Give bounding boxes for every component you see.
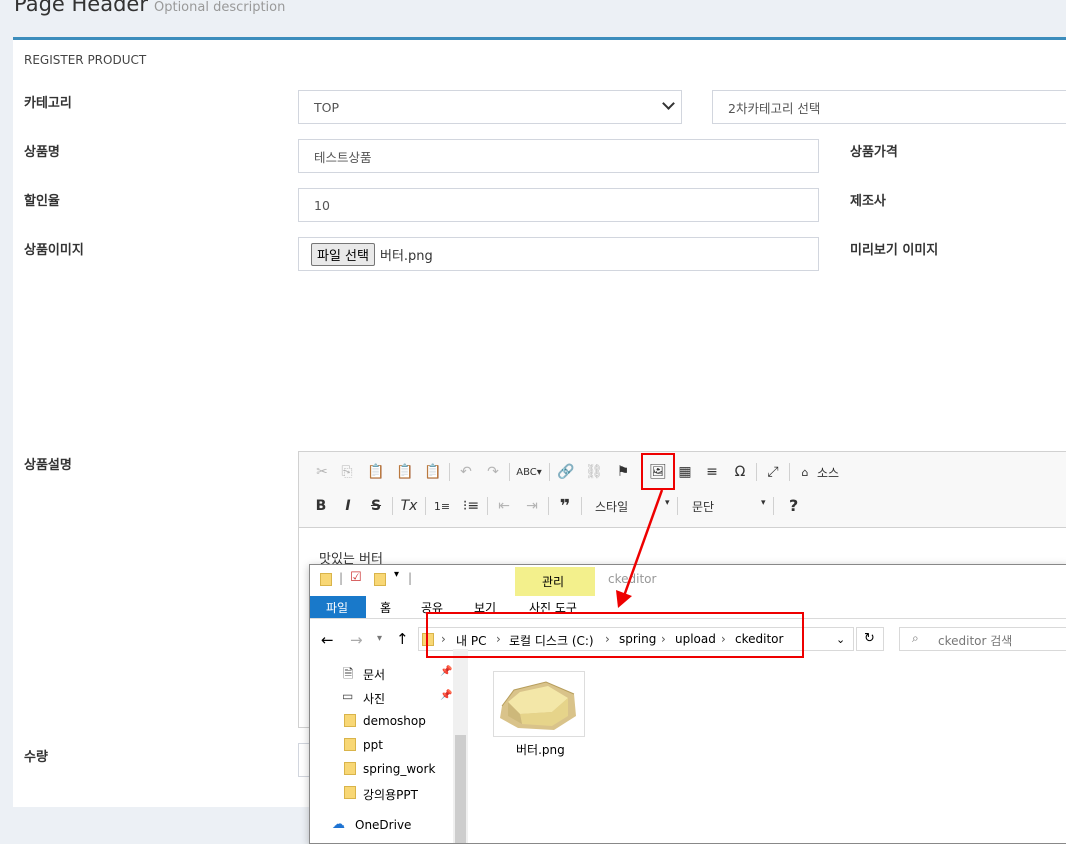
file-name: 버터.png xyxy=(379,248,433,264)
bold-icon[interactable]: B xyxy=(311,496,331,516)
horizontal-line-icon[interactable]: ≡ xyxy=(702,462,722,482)
annotation-arrow xyxy=(616,489,664,608)
nav-item-ppt[interactable]: ppt xyxy=(363,738,383,752)
unlink-icon[interactable]: ⛓ xyxy=(584,462,604,482)
paragraph-combo[interactable]: 문단 xyxy=(692,498,714,515)
product-name-value: 테스트상품 xyxy=(314,149,372,165)
table-icon[interactable]: ▦ xyxy=(675,462,695,482)
copy-icon[interactable]: ⎘ xyxy=(337,462,357,482)
box-title: REGISTER PRODUCT xyxy=(24,53,147,67)
manage-tab-label: 관리 xyxy=(542,575,565,589)
path-highlight-box xyxy=(426,612,804,658)
nav-item-pictures[interactable]: 사진 xyxy=(363,690,385,707)
discount-input[interactable]: 10 xyxy=(298,188,819,222)
paste-text-icon[interactable]: 📋 xyxy=(395,462,415,482)
outdent-icon[interactable]: ⇤ xyxy=(494,496,514,516)
forward-arrow-icon[interactable]: → xyxy=(350,631,363,649)
editor-toolbar: ✂ ⎘ 📋 📋 📋 ↶ ↷ ABC▾ 🔗 ⛓ ⚑ 🖼 ▦ ≡ Ω ⤢ ⌂ 소스 … xyxy=(299,452,1066,528)
product-name-label: 상품명 xyxy=(24,145,60,160)
image-icon[interactable]: 🖼 xyxy=(648,462,668,482)
ribbon-tab-home[interactable]: 홈 xyxy=(380,599,391,616)
paste-icon[interactable]: 📋 xyxy=(366,462,386,482)
file-select-button[interactable]: 파일 선택 xyxy=(311,242,375,266)
page-description: Optional description xyxy=(153,0,286,15)
help-button[interactable]: ? xyxy=(789,496,798,515)
numbered-list-icon[interactable]: 1≡ xyxy=(432,496,452,516)
nav-scrollbar-thumb[interactable] xyxy=(455,735,466,843)
search-placeholder: ckeditor 검색 xyxy=(938,634,1013,648)
butter-image-thumbnail[interactable] xyxy=(493,671,585,737)
description-label: 상품설명 xyxy=(24,458,72,473)
link-icon[interactable]: 🔗 xyxy=(556,462,576,482)
qat-dropdown-icon[interactable]: ▾ xyxy=(394,569,399,580)
category-select[interactable]: TOP xyxy=(298,90,682,124)
blockquote-icon[interactable]: ❞ xyxy=(555,496,575,517)
special-char-icon[interactable]: Ω xyxy=(730,462,750,482)
butter-image xyxy=(500,681,576,730)
page-title: Page Header Optional description xyxy=(14,0,286,16)
recent-dropdown-icon[interactable]: ▾ xyxy=(377,633,382,644)
folder-icon xyxy=(344,786,356,799)
nav-item-lecture-ppt[interactable]: 강의용PPT xyxy=(363,786,418,803)
cut-icon[interactable]: ✂ xyxy=(312,462,332,482)
back-arrow-icon[interactable]: ← xyxy=(321,631,334,649)
paste-word-icon[interactable]: 📋 xyxy=(423,462,443,482)
subcategory-select[interactable]: 2차카테고리 선택 xyxy=(712,90,1066,124)
product-name-input[interactable]: 테스트상품 xyxy=(298,139,819,173)
pin-icon: 📌 xyxy=(440,666,453,677)
nav-item-documents[interactable]: 문서 xyxy=(363,666,385,683)
search-icon: ⌕ xyxy=(912,631,919,645)
preview-image-label: 미리보기 이미지 xyxy=(850,243,939,258)
chevron-down-icon xyxy=(662,97,675,110)
file-item-name[interactable]: 버터.png xyxy=(516,741,565,758)
ribbon-tab-file-label: 파일 xyxy=(326,601,349,615)
italic-icon[interactable]: I xyxy=(338,496,358,516)
documents-icon: 🗎 xyxy=(343,667,354,682)
folder-icon xyxy=(320,573,332,586)
strike-icon[interactable]: S xyxy=(366,496,386,516)
source-icon[interactable]: ⌂ xyxy=(795,462,815,482)
nav-item-onedrive[interactable]: OneDrive xyxy=(355,818,411,832)
quantity-label: 수량 xyxy=(24,750,48,765)
product-image-label: 상품이미지 xyxy=(24,243,84,258)
address-dropdown-icon[interactable]: ⌄ xyxy=(836,633,845,646)
subcategory-select-value: 2차카테고리 선택 xyxy=(728,100,821,116)
price-label: 상품가격 xyxy=(850,145,898,160)
folder-icon xyxy=(344,714,356,727)
up-arrow-icon[interactable]: ↑ xyxy=(396,630,409,648)
discount-value: 10 xyxy=(314,197,330,213)
undo-icon[interactable]: ↶ xyxy=(456,462,476,482)
category-select-value: TOP xyxy=(314,99,340,115)
nav-item-spring-work[interactable]: spring_work xyxy=(363,762,435,776)
pin-icon: 📌 xyxy=(440,690,453,701)
maker-label: 제조사 xyxy=(850,194,886,209)
bullet-list-icon[interactable]: ⁝≡ xyxy=(461,496,481,516)
discount-label: 할인율 xyxy=(24,194,60,209)
folder-icon xyxy=(344,738,356,751)
checkbox-properties-icon[interactable]: ☑ xyxy=(350,570,362,585)
maximize-icon[interactable]: ⤢ xyxy=(763,462,783,482)
remove-format-icon[interactable]: Tx xyxy=(399,496,419,516)
refresh-icon: ↻ xyxy=(864,631,875,646)
spellcheck-icon[interactable]: ABC▾ xyxy=(515,462,543,482)
onedrive-cloud-icon: ☁ xyxy=(332,817,345,832)
anchor-flag-icon[interactable]: ⚑ xyxy=(613,462,633,482)
folder-icon xyxy=(344,762,356,775)
redo-icon[interactable]: ↷ xyxy=(483,462,503,482)
file-explorer-window: | ☑ ▾ | 관리 ckeditor 파일 홈 공유 보기 사진 도구 ← →… xyxy=(309,564,1066,844)
indent-icon[interactable]: ⇥ xyxy=(522,496,542,516)
new-folder-icon[interactable] xyxy=(374,573,386,586)
nav-item-demoshop[interactable]: demoshop xyxy=(363,714,426,728)
pictures-icon: ▭ xyxy=(342,689,354,703)
category-label: 카테고리 xyxy=(24,96,72,111)
source-button-label[interactable]: 소스 xyxy=(817,464,839,481)
paragraph-combo-arrow-icon: ▾ xyxy=(761,498,766,508)
product-image-file-input[interactable]: 파일 선택 버터.png xyxy=(298,237,819,271)
